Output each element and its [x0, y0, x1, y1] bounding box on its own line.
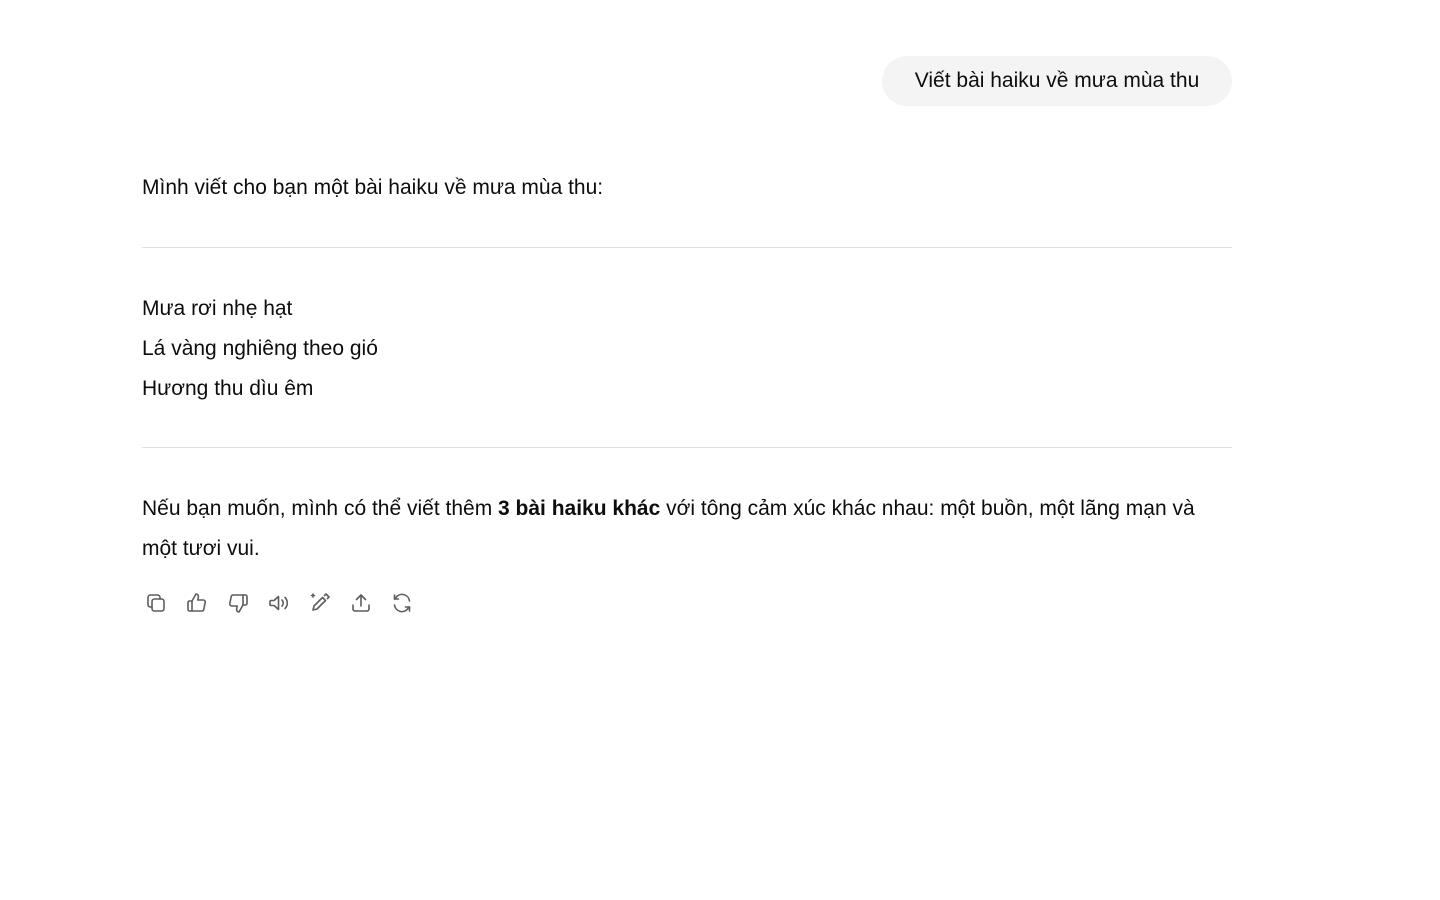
divider — [142, 247, 1232, 248]
copy-icon — [147, 594, 165, 612]
assistant-followup-text: Nếu bạn muốn, mình có thể viết thêm 3 bà… — [142, 489, 1222, 569]
share-button[interactable] — [345, 587, 377, 619]
good-response-button[interactable] — [181, 587, 213, 619]
poem-line: Hương thu dìu êm — [142, 377, 314, 400]
read-aloud-icon — [269, 595, 289, 611]
divider — [142, 447, 1232, 448]
regenerate-icon — [393, 593, 411, 613]
haiku-poem: Mưa rơi nhẹ hạt Lá vàng nghiêng theo gió… — [142, 289, 378, 409]
edit-in-canvas-button[interactable] — [304, 587, 336, 619]
followup-text-start: Nếu bạn muốn, mình có thể viết thêm — [142, 497, 499, 520]
poem-line: Lá vàng nghiêng theo gió — [142, 337, 378, 360]
followup-bold-text: 3 bài haiku khác — [498, 497, 661, 520]
edit-canvas-icon — [310, 593, 330, 611]
thumbs-up-icon — [187, 593, 207, 612]
assistant-intro-text: Mình viết cho bạn một bài haiku về mưa m… — [142, 176, 604, 199]
user-message-bubble: Viết bài haiku về mưa mùa thu — [882, 56, 1232, 106]
thumbs-down-icon — [228, 594, 248, 613]
copy-button[interactable] — [140, 587, 172, 619]
poem-line: Mưa rơi nhẹ hạt — [142, 297, 293, 320]
read-aloud-button[interactable] — [263, 587, 295, 619]
message-actions-bar — [142, 587, 424, 619]
regenerate-button[interactable] — [386, 587, 418, 619]
user-message-text: Viết bài haiku về mưa mùa thu — [914, 69, 1200, 92]
share-icon — [352, 594, 370, 612]
bad-response-button[interactable] — [222, 587, 254, 619]
